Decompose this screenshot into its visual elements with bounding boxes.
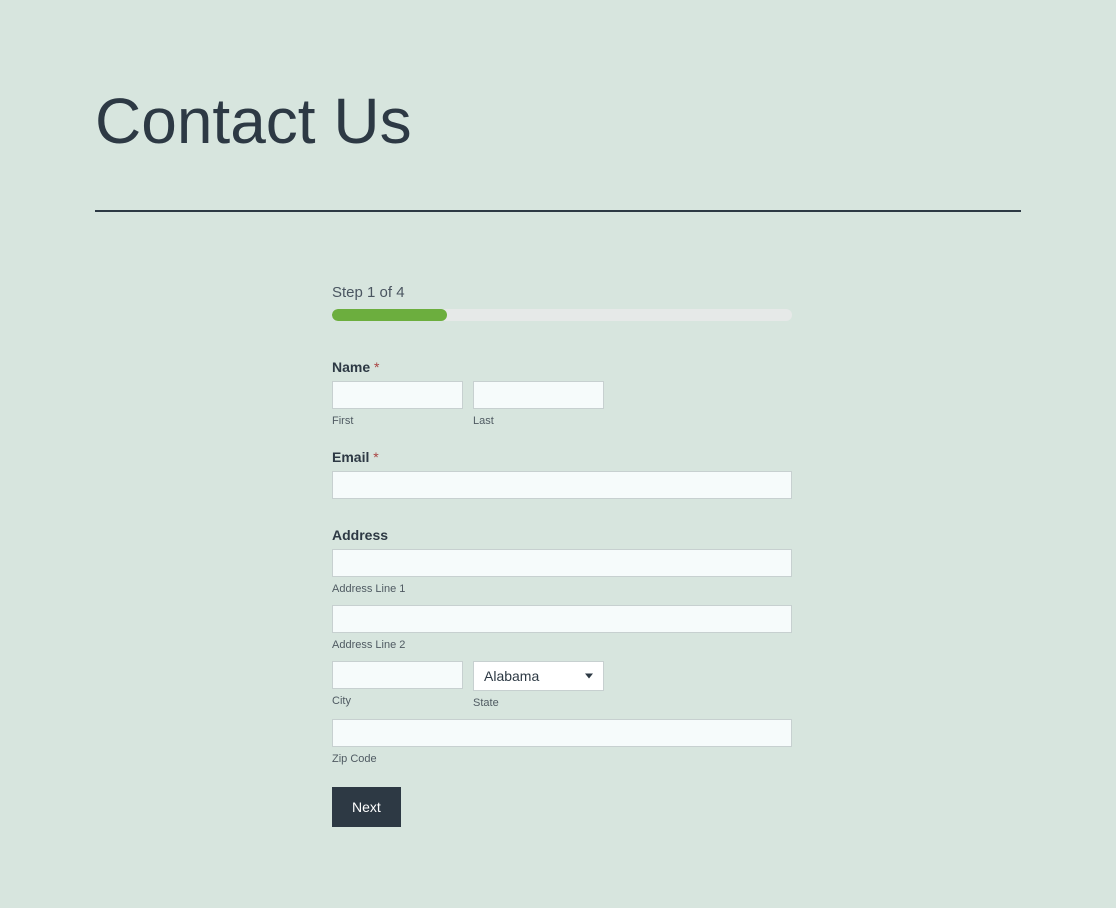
chevron-down-icon xyxy=(585,674,593,679)
city-input[interactable] xyxy=(332,661,463,689)
email-label: Email * xyxy=(332,449,792,465)
address-line1-sublabel: Address Line 1 xyxy=(332,583,792,595)
required-mark: * xyxy=(374,359,379,375)
step-indicator: Step 1 of 4 xyxy=(332,284,792,301)
progress-fill xyxy=(332,309,447,321)
last-name-input[interactable] xyxy=(473,381,604,409)
page-title: Contact Us xyxy=(95,84,1021,158)
contact-form: Step 1 of 4 Name * First Last xyxy=(332,284,792,827)
name-label-text: Name xyxy=(332,359,370,375)
next-button[interactable]: Next xyxy=(332,787,401,827)
email-input[interactable] xyxy=(332,471,792,499)
first-name-input[interactable] xyxy=(332,381,463,409)
state-select[interactable]: Alabama xyxy=(473,661,604,691)
address-line1-input[interactable] xyxy=(332,549,792,577)
zip-sublabel: Zip Code xyxy=(332,753,792,765)
required-mark: * xyxy=(373,449,378,465)
email-label-text: Email xyxy=(332,449,369,465)
first-name-sublabel: First xyxy=(332,415,463,427)
zip-input[interactable] xyxy=(332,719,792,747)
address-line2-sublabel: Address Line 2 xyxy=(332,639,792,651)
progress-bar xyxy=(332,309,792,321)
city-sublabel: City xyxy=(332,695,463,707)
address-line2-input[interactable] xyxy=(332,605,792,633)
last-name-sublabel: Last xyxy=(473,415,604,427)
state-selected-text: Alabama xyxy=(484,668,539,684)
name-label: Name * xyxy=(332,359,792,375)
address-label: Address xyxy=(332,527,792,543)
state-sublabel: State xyxy=(473,697,604,709)
title-divider xyxy=(95,210,1021,212)
